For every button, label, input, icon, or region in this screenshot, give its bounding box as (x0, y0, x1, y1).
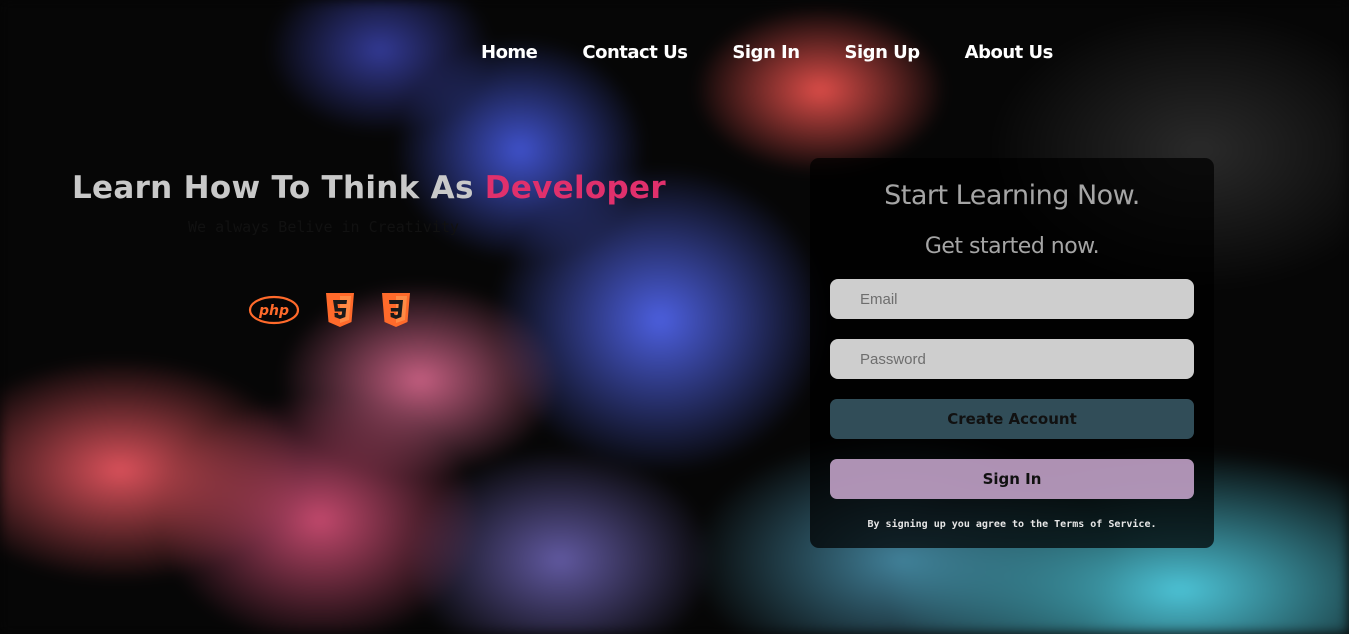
hero-title-prefix: Learn How To Think As (72, 170, 485, 206)
create-account-button[interactable]: Create Account (830, 399, 1194, 439)
top-nav: Home Contact Us Sign In Sign Up About Us (481, 42, 1098, 63)
nav-home[interactable]: Home (481, 42, 538, 63)
signup-card: Start Learning Now. Get started now. Cre… (810, 158, 1214, 548)
html5-icon (324, 292, 356, 328)
php-icon: php (248, 295, 300, 325)
css3-icon (380, 292, 412, 328)
signup-subheading: Get started now. (924, 234, 1100, 259)
svg-text:php: php (258, 303, 289, 319)
hero-title: Learn How To Think As Developer (72, 170, 666, 206)
signup-heading: Start Learning Now. (884, 180, 1140, 211)
terms-text: By signing up you agree to the Terms of … (867, 519, 1157, 530)
password-field[interactable] (830, 339, 1194, 379)
nav-sign-in[interactable]: Sign In (732, 42, 800, 63)
email-field[interactable] (830, 279, 1194, 319)
nav-about-us[interactable]: About Us (965, 42, 1054, 63)
hero-subtitle: We always Belive in Creativity (188, 218, 459, 236)
nav-sign-up[interactable]: Sign Up (845, 42, 921, 63)
nav-contact-us[interactable]: Contact Us (582, 42, 688, 63)
tech-icons: php (248, 292, 412, 328)
hero-title-accent: Developer (484, 170, 666, 206)
sign-in-button[interactable]: Sign In (830, 459, 1194, 499)
